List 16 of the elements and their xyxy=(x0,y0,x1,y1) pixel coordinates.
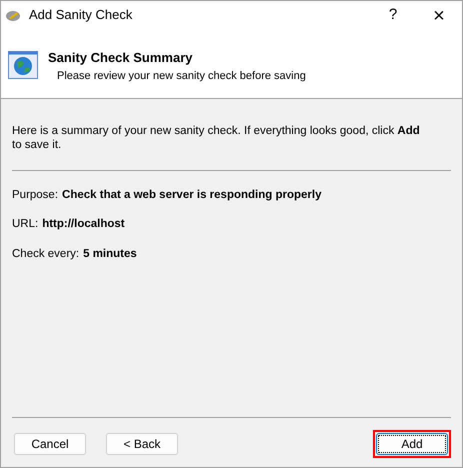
header-title: Sanity Check Summary xyxy=(48,49,194,67)
window-title: Add Sanity Check xyxy=(29,6,132,24)
back-button[interactable]: < Back xyxy=(106,433,178,455)
add-button[interactable]: Add xyxy=(376,433,448,455)
detail-label: URL: xyxy=(12,217,38,232)
detail-label: Purpose: xyxy=(12,188,58,203)
intro-text: Here is a summary of your new sanity check. If everything looks good, click Add to save it. xyxy=(12,124,421,152)
header-subtitle: Please review your new sanity check before saving xyxy=(56,68,306,84)
globe-window-icon xyxy=(8,51,38,79)
help-button[interactable]: ? xyxy=(370,1,416,29)
detail-value: 5 minutes xyxy=(83,246,137,262)
detail-value: Check that a web server is responding properly xyxy=(62,188,322,203)
detail-value: http://localhost xyxy=(42,217,125,232)
cancel-button[interactable]: Cancel xyxy=(14,433,86,455)
detail-label: Check every: xyxy=(12,246,80,262)
close-button[interactable]: × xyxy=(416,1,462,29)
